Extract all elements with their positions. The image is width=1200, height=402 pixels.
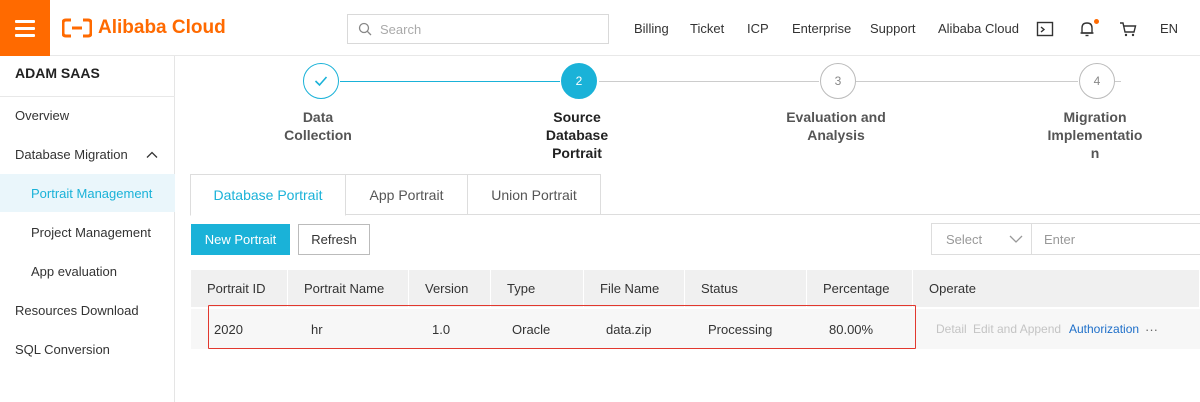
step-3-circle: 3 — [820, 63, 856, 99]
column-header: Status — [685, 270, 807, 307]
language-switch[interactable]: EN — [1160, 21, 1178, 36]
search-box[interactable] — [347, 14, 609, 44]
logo-icon — [62, 18, 92, 38]
tab-database-portrait[interactable]: Database Portrait — [190, 174, 346, 216]
search-icon — [358, 22, 372, 36]
filter-input[interactable] — [1031, 223, 1200, 255]
table-row: 2020 hr 1.0 Oracle data.zip Processing 8… — [191, 309, 1200, 349]
migration-steps: 2 3 4 Data Collection Source Database Portr… — [190, 62, 1200, 170]
sidebar-item-label: Overview — [15, 107, 70, 123]
tab-union-portrait[interactable]: Union Portrait — [467, 174, 601, 215]
step-connector — [340, 81, 560, 82]
sidebar-item-project-management[interactable]: Project Management — [0, 213, 175, 251]
portrait-tabs: Database Portrait App Portrait Union Por… — [190, 174, 1200, 216]
step-connector — [856, 81, 1078, 82]
sidebar-title: ADAM SAAS — [15, 65, 100, 81]
sidebar-item-database-migration[interactable]: Database Migration — [0, 135, 175, 173]
cell-portrait-name: hr — [311, 321, 323, 337]
authorization-link[interactable]: Authorization — [1069, 309, 1139, 349]
select-placeholder: Select — [946, 231, 983, 247]
sidebar-item-app-evaluation[interactable]: App evaluation — [0, 252, 175, 290]
chevron-down-icon — [1009, 235, 1023, 243]
column-header: Operate — [913, 270, 1200, 307]
step-3-label: Evaluation and Analysis — [786, 109, 886, 143]
step-4-circle: 4 — [1079, 63, 1115, 99]
alibaba-cloud-logo[interactable]: Alibaba Cloud — [62, 17, 226, 39]
notification-dot — [1094, 19, 1099, 24]
edit-append-link[interactable]: Edit and Append — [973, 309, 1061, 349]
search-input[interactable] — [380, 21, 580, 37]
detail-link[interactable]: Detail — [936, 309, 967, 349]
tab-app-portrait[interactable]: App Portrait — [345, 174, 468, 215]
filter-select[interactable]: Select — [931, 223, 1032, 255]
column-header: Percentage — [807, 270, 913, 307]
column-header: Type — [491, 270, 584, 307]
sidebar-item-label: SQL Conversion — [15, 341, 110, 357]
refresh-button[interactable]: Refresh — [298, 224, 370, 255]
sidebar: ADAM SAAS Overview Database Migration Po… — [0, 56, 175, 402]
sidebar-item-label: Database Migration — [15, 146, 128, 162]
terminal-icon[interactable] — [1036, 20, 1054, 38]
table-header: Portrait ID Portrait Name Version Type F… — [191, 270, 1200, 307]
step-connector — [599, 81, 819, 82]
sidebar-item-label: Resources Download — [15, 302, 139, 318]
sidebar-item-label: Project Management — [31, 224, 151, 240]
sidebar-item-label: App evaluation — [31, 263, 118, 279]
portrait-table: Portrait ID Portrait Name Version Type F… — [191, 270, 1200, 349]
new-portrait-button[interactable]: New Portrait — [191, 224, 290, 255]
cell-portrait-id: 2020 — [214, 321, 243, 337]
step-4-label: Migration Implementatio n — [1047, 109, 1143, 161]
cell-percentage: 80.00% — [829, 321, 874, 337]
sidebar-item-portrait-management[interactable]: Portrait Management — [0, 174, 175, 212]
nav-enterprise[interactable]: Enterprise — [792, 21, 851, 36]
nav-support[interactable]: Support — [870, 21, 916, 36]
bell-icon[interactable] — [1078, 20, 1096, 38]
sidebar-item-overview[interactable]: Overview — [0, 96, 175, 134]
nav-icp[interactable]: ICP — [747, 21, 769, 36]
sidebar-item-resources-download[interactable]: Resources Download — [0, 291, 175, 329]
top-bar: Alibaba Cloud Billing Ticket ICP Enterpr… — [0, 0, 1200, 56]
sidebar-item-sql-conversion[interactable]: SQL Conversion — [0, 330, 175, 368]
step-connector — [1115, 81, 1121, 82]
step-2-circle: 2 — [561, 63, 597, 99]
sidebar-item-label: Portrait Management — [31, 185, 153, 201]
nav-ticket[interactable]: Ticket — [690, 21, 724, 36]
cart-icon[interactable] — [1119, 20, 1137, 38]
step-1-label: Data Collection — [284, 109, 352, 143]
cell-type: Oracle — [512, 321, 551, 337]
column-header: Portrait ID — [191, 270, 288, 307]
cell-status: Processing — [708, 321, 773, 337]
column-header: File Name — [584, 270, 685, 307]
logo-text: Alibaba Cloud — [98, 17, 226, 38]
nav-alibaba-cloud[interactable]: Alibaba Cloud — [938, 21, 1019, 36]
cell-file-name: data.zip — [606, 321, 652, 337]
cell-version: 1.0 — [432, 321, 451, 337]
nav-billing[interactable]: Billing — [634, 21, 669, 36]
more-icon[interactable]: ··· — [1145, 309, 1158, 349]
column-header: Version — [409, 270, 491, 307]
chevron-up-icon — [146, 151, 158, 158]
menu-icon[interactable] — [0, 0, 50, 56]
step-2-label: Source Database Portrait — [545, 109, 609, 161]
step-1-check-icon — [303, 63, 339, 99]
column-header: Portrait Name — [288, 270, 409, 307]
